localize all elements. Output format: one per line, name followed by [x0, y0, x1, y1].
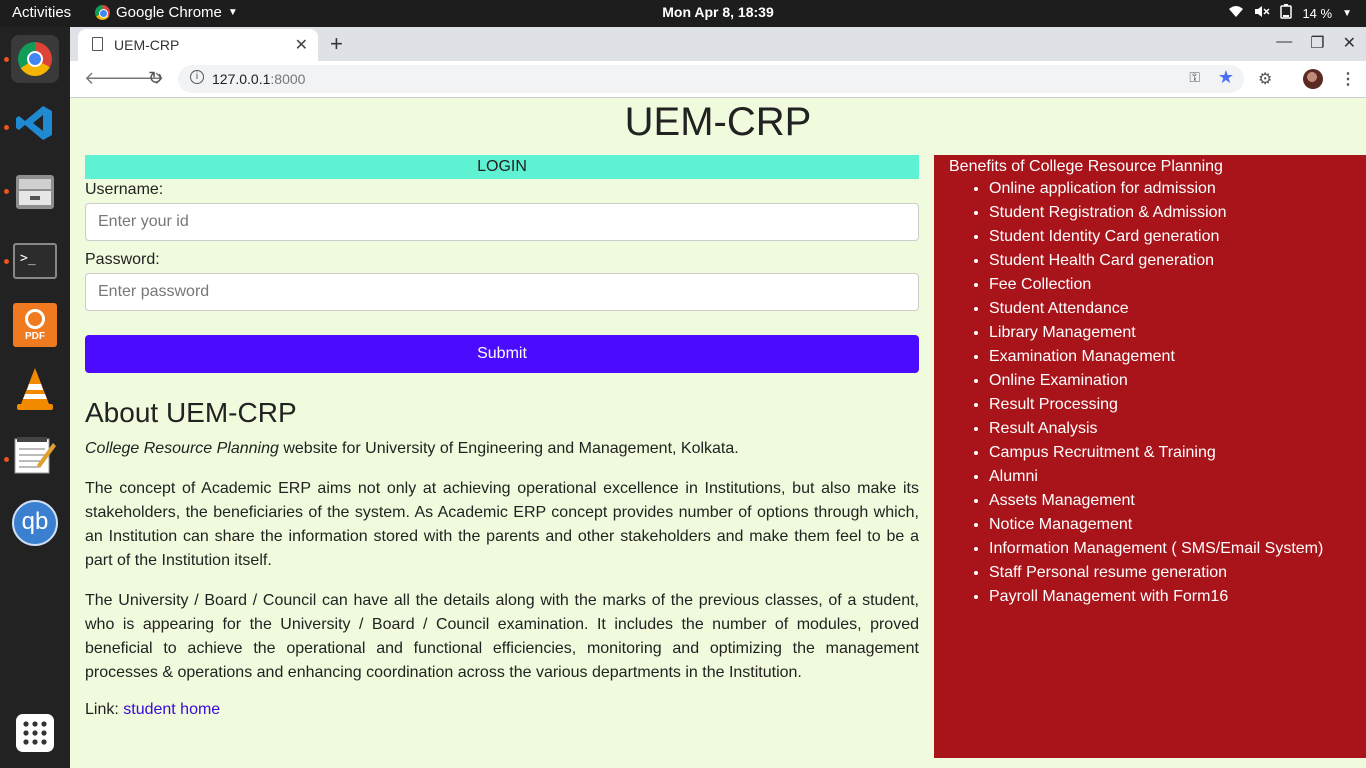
chrome-menu-button[interactable]: ⋮: [1340, 69, 1356, 89]
reload-button[interactable]: ↻: [148, 68, 163, 89]
chrome-icon: [18, 42, 52, 76]
app-grid-icon: [16, 714, 54, 752]
close-tab-icon[interactable]: ✕: [295, 35, 308, 55]
list-item: Fee Collection: [989, 273, 1351, 297]
list-item: Information Management ( SMS/Email Syste…: [989, 537, 1351, 561]
list-item: Online application for admission: [989, 177, 1351, 201]
url-host: 127.0.0.1: [212, 71, 271, 87]
list-item: Result Analysis: [989, 417, 1351, 441]
terminal-icon: >_: [13, 243, 57, 279]
submit-button[interactable]: Submit: [85, 335, 919, 373]
list-item: Campus Recruitment & Training: [989, 441, 1351, 465]
profile-avatar[interactable]: [1303, 69, 1323, 89]
window-controls: — ❐ ✕: [1276, 33, 1356, 53]
dock-files[interactable]: [11, 169, 59, 217]
wifi-icon: [1228, 5, 1244, 21]
vlc-cone-icon: [13, 366, 57, 417]
battery-percentage: 14 %: [1302, 5, 1333, 21]
address-bar[interactable]: i 127.0.0.1:8000 ⚿ ★: [178, 65, 1244, 93]
clock[interactable]: Mon Apr 8, 18:39: [0, 4, 1366, 20]
site-title: UEM-CRP: [624, 100, 812, 144]
about-paragraph-1: The concept of Academic ERP aims not onl…: [85, 480, 919, 569]
list-item: Notice Management: [989, 513, 1351, 537]
list-item: Student Health Card generation: [989, 249, 1351, 273]
list-item: Student Identity Card generation: [989, 225, 1351, 249]
page-icon: [92, 37, 103, 51]
benefits-list: Online application for admission Student…: [989, 177, 1351, 609]
running-indicator: [4, 189, 9, 194]
caret-down-icon: ▼: [1342, 7, 1352, 19]
list-item: Online Examination: [989, 369, 1351, 393]
list-item: Assets Management: [989, 489, 1351, 513]
about-intro-text: website for University of Engineering an…: [278, 440, 739, 457]
running-indicator: [4, 259, 9, 264]
dock-chrome[interactable]: [11, 35, 59, 83]
student-home-link[interactable]: student home: [123, 701, 220, 718]
list-item: Student Attendance: [989, 297, 1351, 321]
bookmark-star-icon[interactable]: ★: [1218, 67, 1234, 88]
running-indicator: [4, 57, 9, 62]
benefits-title: Benefits of College Resource Planning: [949, 158, 1223, 175]
dock-vscode[interactable]: [11, 101, 59, 149]
system-tray[interactable]: 14 % ▼: [1228, 4, 1352, 22]
file-cabinet-icon: [14, 171, 56, 216]
system-top-bar: Activities Google Chrome ▼ Mon Apr 8, 18…: [0, 0, 1366, 27]
info-icon[interactable]: i: [190, 70, 204, 84]
dock-vlc[interactable]: [11, 367, 59, 415]
list-item: Staff Personal resume generation: [989, 561, 1351, 585]
pdf-icon: PDF: [13, 303, 57, 347]
dock: >_ PDF qb: [0, 27, 70, 768]
dock-pdf-reader[interactable]: PDF: [11, 301, 59, 349]
key-icon[interactable]: ⚿: [1189, 69, 1200, 86]
qbittorrent-icon: qb: [12, 500, 58, 546]
vscode-icon: [15, 103, 55, 148]
about-heading: About UEM-CRP: [85, 397, 297, 428]
about-paragraph-2: The University / Board / Council can hav…: [85, 592, 919, 681]
dock-terminal[interactable]: >_: [11, 237, 59, 285]
notepad-icon: [13, 435, 57, 480]
running-indicator: [4, 125, 9, 130]
show-applications-button[interactable]: [11, 709, 59, 757]
close-window-button[interactable]: ✕: [1343, 33, 1356, 53]
extension-icon[interactable]: ⚙: [1258, 69, 1272, 89]
url-port: :8000: [270, 71, 306, 87]
tab-title: UEM-CRP: [114, 37, 180, 53]
dock-qbittorrent[interactable]: qb: [11, 499, 59, 547]
browser-tab-strip: UEM-CRP ✕ + — ❐ ✕: [70, 27, 1366, 61]
login-header: LOGIN: [85, 155, 919, 179]
list-item: Library Management: [989, 321, 1351, 345]
list-item: Payroll Management with Form16: [989, 585, 1351, 609]
volume-muted-icon: [1254, 5, 1270, 21]
login-and-about-column: LOGIN Username: Password: Submit About U…: [85, 155, 919, 719]
battery-icon: [1280, 4, 1293, 22]
password-label: Password:: [85, 251, 160, 268]
benefits-panel: Benefits of College Resource Planning On…: [934, 155, 1366, 758]
username-label: Username:: [85, 181, 164, 198]
list-item: Examination Management: [989, 345, 1351, 369]
link-label: Link:: [85, 701, 124, 718]
about-intro: College Resource Planning website for Un…: [85, 437, 919, 461]
running-indicator: [4, 457, 9, 462]
minimize-button[interactable]: —: [1276, 33, 1292, 53]
password-input[interactable]: [85, 273, 919, 311]
list-item: Alumni: [989, 465, 1351, 489]
dock-text-editor[interactable]: [11, 433, 59, 481]
url-text[interactable]: 127.0.0.1:8000: [212, 71, 305, 87]
about-intro-emphasis: College Resource Planning: [85, 440, 279, 457]
browser-tab[interactable]: UEM-CRP ✕: [78, 29, 318, 61]
link-row: Link: student home: [85, 701, 919, 719]
browser-toolbar: 🡐 🡒 ↻ i 127.0.0.1:8000 ⚿ ★ ⚙ ⋮: [70, 61, 1366, 98]
list-item: Student Registration & Admission: [989, 201, 1351, 225]
restore-button[interactable]: ❐: [1310, 33, 1324, 53]
new-tab-button[interactable]: +: [330, 31, 343, 57]
username-input[interactable]: [85, 203, 919, 241]
list-item: Result Processing: [989, 393, 1351, 417]
web-page: UEM-CRP LOGIN Username: Password: Submit…: [70, 98, 1366, 768]
